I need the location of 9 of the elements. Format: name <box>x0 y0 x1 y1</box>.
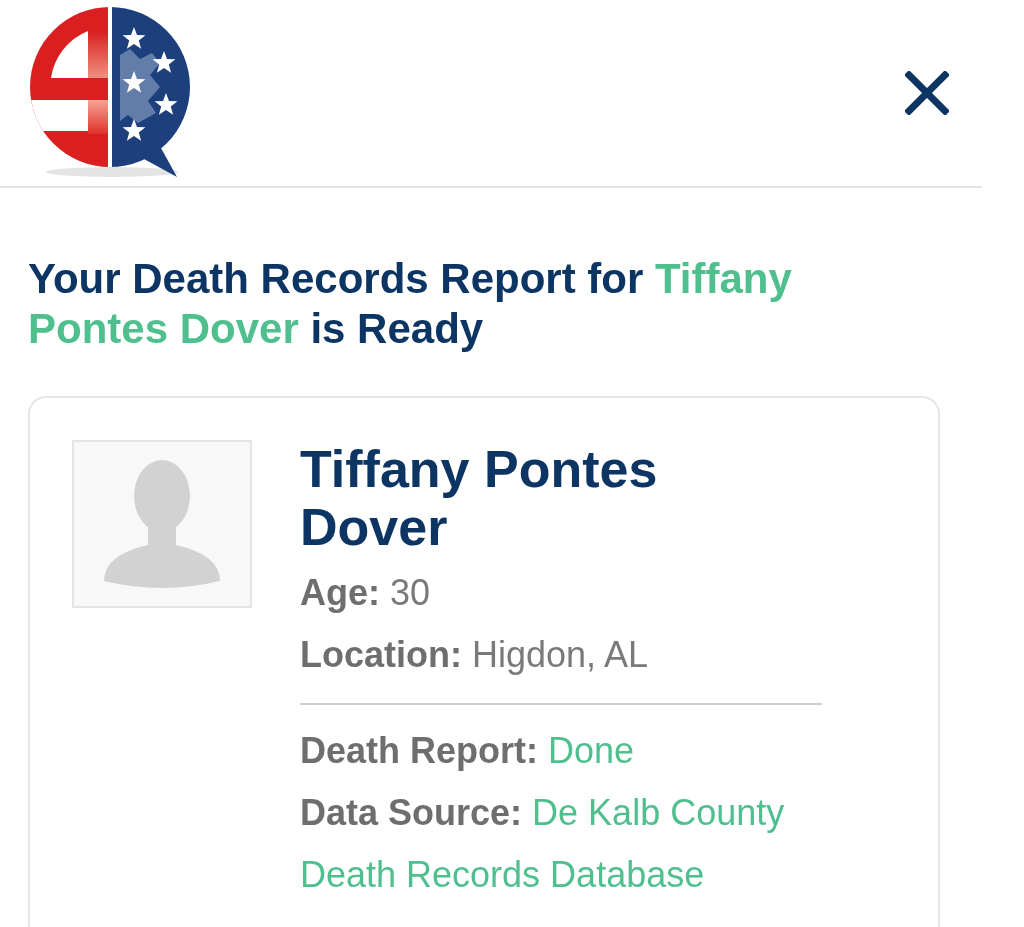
detail-text: Data Source: De Kalb County Death Records Database <box>300 791 786 897</box>
detail-text: Death Report: Done <box>300 729 636 773</box>
report-heading: Your Death Records Report for Tiffany Pontes Dover is Ready <box>28 254 793 354</box>
close-icon <box>905 71 949 115</box>
detail-text: Location: Higdon, AL <box>300 633 650 677</box>
person-silhouette-icon <box>104 458 220 590</box>
detail-text: Age: 30 <box>300 571 432 615</box>
person-name: Tiffany Pontes Dover <box>300 440 659 556</box>
close-button[interactable] <box>904 70 950 116</box>
